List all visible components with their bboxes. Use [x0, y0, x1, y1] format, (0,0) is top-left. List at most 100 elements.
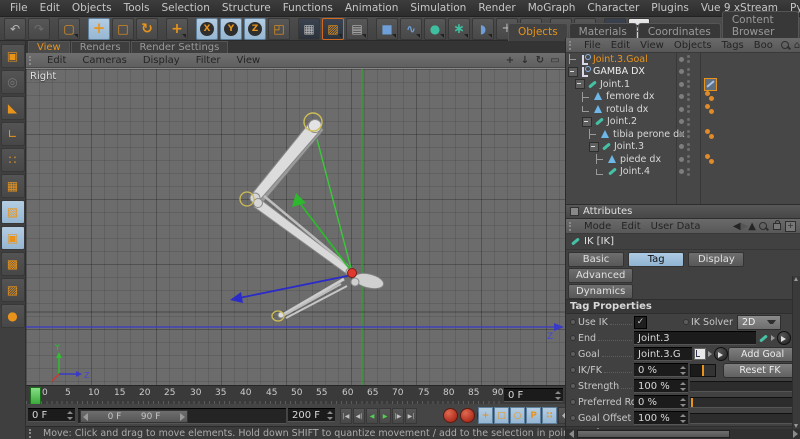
goal-pick-button[interactable] — [714, 347, 728, 361]
attr-menu-mode[interactable]: Mode — [579, 221, 616, 232]
history-back-icon[interactable]: ◀ — [733, 221, 741, 232]
menu-simulation[interactable]: Simulation — [404, 1, 472, 15]
collapse-expander[interactable] — [568, 67, 578, 77]
last-used-tool-button[interactable]: + — [166, 18, 188, 40]
anim-dot[interactable] — [570, 319, 576, 325]
visibility-dots[interactable] — [679, 105, 690, 113]
record-pla-button[interactable]: ∷ — [542, 407, 557, 424]
texture-axis-mode-button[interactable]: ▨ — [1, 278, 25, 302]
visibility-dots[interactable] — [679, 68, 690, 76]
ik-tag-selected[interactable] — [704, 78, 717, 91]
strength-field[interactable]: 100 % — [634, 379, 688, 393]
lock-z-button[interactable]: Z — [244, 18, 266, 40]
ik-goal-point[interactable] — [348, 269, 357, 278]
timeline-playhead[interactable] — [30, 387, 41, 405]
visibility-dots[interactable] — [679, 93, 690, 101]
menu-structure[interactable]: Structure — [216, 1, 277, 15]
visibility-dots[interactable] — [679, 55, 690, 63]
viewport-pan-icon[interactable]: + — [504, 54, 516, 66]
om-menu-file[interactable]: File — [579, 40, 606, 51]
tab-basic[interactable]: Basic — [568, 252, 624, 267]
tree-row-tibiaperonedx[interactable]: tibia perone dx — [566, 128, 800, 141]
current-frame-field[interactable]: 0 F — [28, 408, 75, 422]
range-left-handle[interactable] — [83, 413, 88, 421]
points-mode-button[interactable]: ∷ — [1, 148, 25, 172]
spinner[interactable] — [555, 391, 561, 400]
make-editable-button[interactable]: ▣ — [1, 44, 25, 68]
tag-column[interactable] — [704, 91, 716, 102]
edges-mode-button[interactable]: ▦ — [1, 174, 25, 198]
object-mode-button[interactable]: ▣ — [1, 226, 25, 250]
anim-dot[interactable] — [570, 415, 576, 421]
workplane-mode-button[interactable]: ◣ — [1, 96, 25, 120]
visibility-dots[interactable] — [679, 80, 690, 88]
visibility-dots[interactable] — [679, 168, 690, 176]
spinner[interactable] — [327, 411, 333, 420]
field-caret[interactable] — [771, 335, 775, 341]
anim-dot[interactable] — [570, 351, 576, 357]
use-ik-checkbox[interactable]: ✓ — [634, 316, 647, 329]
spinner[interactable] — [680, 398, 686, 407]
scrollbar-thumb[interactable] — [577, 430, 730, 438]
visibility-dots[interactable] — [679, 130, 690, 138]
spinner[interactable] — [680, 414, 686, 423]
viewport-menu-display[interactable]: Display — [135, 55, 188, 66]
tree-row-joint4[interactable]: Joint.4 — [566, 166, 800, 179]
total-frames-field[interactable]: 200 F — [288, 408, 335, 422]
tag-column[interactable] — [704, 154, 716, 165]
tab-render-settings[interactable]: Render Settings — [131, 41, 229, 53]
menu-file[interactable]: File — [4, 1, 34, 15]
attributes-horizontal-scrollbar[interactable] — [566, 429, 800, 439]
frame-range-slider[interactable]: 0 F 90 F — [78, 408, 286, 424]
anim-dot[interactable] — [570, 367, 576, 373]
visibility-dots[interactable] — [679, 143, 690, 151]
collapse-expander[interactable] — [582, 117, 592, 127]
rotate-tool-button[interactable]: ↻ — [136, 18, 158, 40]
spinner[interactable] — [680, 366, 686, 375]
move-tool-button[interactable]: + — [88, 18, 110, 40]
record-position-button[interactable]: + — [478, 407, 493, 424]
scroll-left-arrow[interactable] — [569, 430, 574, 438]
viewport-zoom-icon[interactable]: ↓ — [519, 54, 531, 66]
om-menu-objects[interactable]: Objects — [669, 40, 717, 51]
menu-grip[interactable] — [569, 41, 576, 50]
goal-field[interactable]: Joint.3.G — [634, 347, 692, 361]
end-pick-button[interactable] — [777, 331, 791, 345]
timeline-ruler[interactable]: 0 5 10 15 20 25 30 35 40 45 50 55 60 65 … — [26, 385, 565, 406]
tag-column[interactable] — [704, 78, 717, 91]
autokey-button[interactable] — [460, 408, 475, 423]
coordinate-system-button[interactable]: ◰ — [268, 18, 290, 40]
scale-tool-button[interactable]: □ — [112, 18, 134, 40]
menu-character[interactable]: Character — [581, 1, 645, 15]
tree-row-joint2[interactable]: Joint.2 — [566, 116, 800, 129]
strength-slider[interactable] — [690, 381, 795, 392]
next-frame-button[interactable]: |▶ — [392, 408, 404, 424]
attr-menu-userdata[interactable]: User Data — [646, 221, 706, 232]
tab-display[interactable]: Display — [688, 252, 744, 267]
polygons-mode-button[interactable]: ▧ — [1, 200, 25, 224]
tree-row-joint3[interactable]: Joint.3 — [566, 141, 800, 154]
anim-dot[interactable] — [683, 319, 689, 325]
collapse-expander[interactable] — [589, 142, 599, 152]
object-tags[interactable] — [704, 154, 716, 165]
spinner[interactable] — [67, 411, 73, 420]
visibility-dots[interactable] — [679, 118, 690, 126]
menu-grip[interactable] — [29, 56, 36, 65]
goto-start-button[interactable]: |◀ — [340, 408, 352, 424]
menu-render[interactable]: Render — [472, 1, 521, 15]
tree-row-femoredx[interactable]: femore dx — [566, 91, 800, 104]
tag-column[interactable] — [704, 104, 716, 115]
ruler-frame-field[interactable]: 0 F — [504, 388, 563, 402]
object-axis-mode-button[interactable]: ∟ — [1, 122, 25, 146]
viewport-menu-view[interactable]: View — [228, 55, 268, 66]
play-button[interactable]: ▶ — [379, 408, 391, 424]
search-icon[interactable] — [781, 41, 789, 49]
previous-frame-button[interactable]: ◀| — [353, 408, 365, 424]
tab-view[interactable]: View — [28, 41, 70, 53]
preferred-rot-field[interactable]: 0 % — [634, 395, 688, 409]
history-forward-icon[interactable]: ▶ — [741, 221, 749, 232]
om-menu-edit[interactable]: Edit — [606, 40, 635, 51]
model-mode-button[interactable]: ◎ — [1, 70, 25, 94]
tree-row-joint3goal[interactable]: Joint.3.Goal — [566, 53, 800, 66]
texture-mode-button[interactable]: ▩ — [1, 252, 25, 276]
